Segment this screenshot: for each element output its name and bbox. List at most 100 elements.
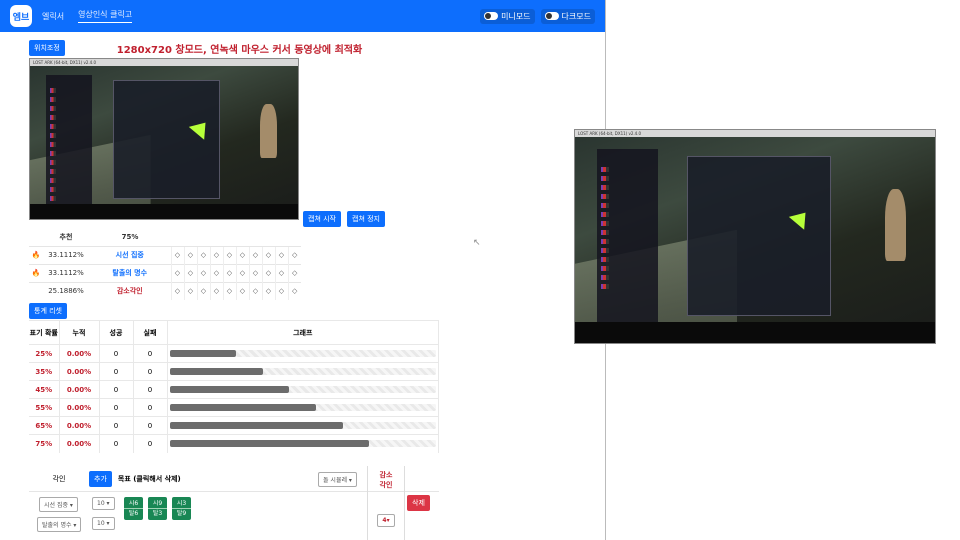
- diamond-icon[interactable]: ◇: [209, 245, 223, 264]
- engrave-label: 각인: [52, 474, 66, 483]
- preset-dropdown-value: 돌 시뮬레: [323, 477, 347, 484]
- position-adjust-button[interactable]: 위치조정: [29, 40, 65, 56]
- stats-fail: 0: [133, 344, 168, 363]
- stats-prob: 45%: [29, 380, 60, 399]
- diamond-icon[interactable]: ◇: [261, 263, 275, 282]
- game-titlebar: LOST ARK (64-bit, DX11) v2.4.0: [575, 130, 935, 137]
- decrease-engrave-label: 감소 각인: [379, 471, 393, 489]
- delete-button[interactable]: 삭제: [407, 495, 430, 511]
- stats-cumulative: 0.00%: [59, 344, 100, 363]
- stats-header-prob: 표기 확률: [29, 320, 60, 345]
- diamond-icon[interactable]: ◇: [235, 245, 249, 264]
- diamond-icon[interactable]: ◇: [196, 263, 210, 282]
- diamond-icon[interactable]: ◇: [170, 263, 184, 282]
- stats-fail: 0: [133, 416, 168, 435]
- engrave-select-value: 시선 집중: [44, 502, 68, 509]
- page-headline: 1280x720 창모드, 연녹색 마우스 커서 동영상에 최적화: [116, 44, 363, 56]
- stats-row: 45% 0.00% 0 0: [29, 380, 439, 399]
- app-window: 엠브 엘릭서 영상인식 클릭고 미니모드 다크모드 위치조정 1280x720 …: [0, 0, 606, 540]
- recommend-pct: 33.1112%: [43, 263, 89, 282]
- stats-reset-button[interactable]: 통계 리셋: [29, 303, 67, 319]
- stats-prob: 25%: [29, 344, 60, 363]
- stats-header-graph: 그래프: [167, 320, 439, 345]
- diamond-icon[interactable]: ◇: [196, 245, 210, 264]
- goal-bottom: 탈6: [124, 508, 143, 518]
- diamond-icon[interactable]: ◇: [222, 263, 236, 282]
- goal-bottom: 탈3: [148, 508, 167, 518]
- diamond-icon[interactable]: ◇: [183, 263, 197, 282]
- goal-top: 시3: [176, 500, 187, 507]
- stats-header-fail: 실패: [133, 320, 168, 345]
- stats-bar-track: [169, 386, 436, 393]
- app-logo[interactable]: 엠브: [10, 5, 32, 27]
- diamond-icon[interactable]: ◇: [209, 281, 223, 300]
- recommend-header-label: 추천: [59, 232, 73, 241]
- recommend-name: 시선 집중: [89, 245, 171, 264]
- dark-mode-toggle[interactable]: 다크모드: [540, 8, 595, 24]
- diamond-icon[interactable]: ◇: [261, 245, 275, 264]
- stats-cumulative: 0.00%: [59, 416, 100, 435]
- diamond-icon[interactable]: ◇: [222, 245, 236, 264]
- diamond-icon[interactable]: ◇: [287, 281, 301, 300]
- diamond-icon[interactable]: ◇: [170, 281, 184, 300]
- stats-prob: 35%: [29, 362, 60, 381]
- stats-bar-track: [169, 440, 436, 448]
- stats-header-cumulative: 누적: [59, 320, 100, 345]
- diamond-icon[interactable]: ◇: [274, 245, 288, 264]
- diamond-icon[interactable]: ◇: [209, 263, 223, 282]
- diamond-icon[interactable]: ◇: [222, 281, 236, 300]
- stats-bar-fill: [169, 404, 317, 411]
- toggle-switch-icon: [544, 12, 559, 20]
- diamond-icon[interactable]: ◇: [183, 281, 197, 300]
- diamond-icon[interactable]: ◇: [274, 281, 288, 300]
- diamond-icon[interactable]: ◇: [170, 245, 184, 264]
- nav-link-image-click[interactable]: 영상인식 클릭고: [78, 9, 133, 23]
- stats-prob: 65%: [29, 416, 60, 435]
- stats-row: 65% 0.00% 0 0: [29, 416, 439, 435]
- engrave-add-button[interactable]: 추가: [89, 470, 112, 487]
- toggle-switch-icon: [484, 12, 499, 20]
- stats-row: 25% 0.00% 0 0: [29, 344, 439, 363]
- engrave-value-select-1[interactable]: 10 ▾: [92, 497, 115, 510]
- mini-mode-toggle[interactable]: 미니모드: [480, 8, 535, 24]
- stats-fail: 0: [133, 398, 168, 417]
- diamond-icon[interactable]: ◇: [248, 245, 262, 264]
- preset-dropdown[interactable]: 돌 시뮬레 ▾: [318, 472, 357, 487]
- empty-icon-cell: [29, 281, 43, 300]
- decrease-value-select[interactable]: 4▾: [377, 514, 395, 527]
- diamond-icon[interactable]: ◇: [248, 281, 262, 300]
- stats-cumulative: 0.00%: [59, 398, 100, 417]
- stats-bar-fill: [169, 386, 290, 393]
- engrave-value: 10: [97, 520, 105, 527]
- diamond-icon[interactable]: ◇: [183, 245, 197, 264]
- diamond-icon[interactable]: ◇: [287, 245, 301, 264]
- engrave-select-1[interactable]: 시선 집중 ▾: [39, 497, 78, 512]
- goal-button[interactable]: 시3 탈9: [172, 497, 191, 520]
- diamond-icon[interactable]: ◇: [248, 263, 262, 282]
- stats-success: 0: [99, 344, 134, 363]
- recommend-row: 🔥 33.1112% 탈출의 명수 ◇ ◇ ◇ ◇ ◇ ◇ ◇ ◇ ◇ ◇: [29, 263, 301, 282]
- goal-button[interactable]: 시6 탈6: [124, 497, 143, 520]
- diamond-icon[interactable]: ◇: [274, 263, 288, 282]
- capture-start-button[interactable]: 캡쳐 시작: [303, 211, 341, 227]
- engrave-value-select-2[interactable]: 10 ▾: [92, 517, 115, 530]
- decrease-value: 4: [382, 517, 387, 524]
- stats-bar-track: [169, 422, 436, 429]
- stats-table: 표기 확률 누적 성공 실패 그래프 25% 0.00% 0 0 35% 0.00% 0 0 4…: [29, 320, 439, 453]
- diamond-icon[interactable]: ◇: [235, 281, 249, 300]
- recommend-row: 25.1886% 감소각인 ◇ ◇ ◇ ◇ ◇ ◇ ◇ ◇ ◇ ◇: [29, 281, 301, 300]
- capture-stop-button[interactable]: 캡쳐 정지: [347, 211, 385, 227]
- recommend-row: 🔥 33.1112% 시선 집중 ◇ ◇ ◇ ◇ ◇ ◇ ◇ ◇ ◇ ◇: [29, 245, 301, 264]
- diamond-icon[interactable]: ◇: [287, 263, 301, 282]
- diamond-icon[interactable]: ◇: [235, 263, 249, 282]
- nav-link-elixir[interactable]: 엘릭서: [42, 11, 64, 22]
- mini-mode-label: 미니모드: [501, 11, 531, 21]
- goal-button[interactable]: 시9 탈3: [148, 497, 167, 520]
- engrave-select-2[interactable]: 탈출의 명수 ▾: [37, 517, 82, 532]
- engrave-value: 10: [97, 500, 105, 507]
- recommend-pct: 25.1886%: [43, 281, 89, 300]
- diamond-icon[interactable]: ◇: [261, 281, 275, 300]
- goal-top: 시9: [152, 500, 163, 507]
- recommend-pct: 33.1112%: [43, 245, 89, 264]
- diamond-icon[interactable]: ◇: [196, 281, 210, 300]
